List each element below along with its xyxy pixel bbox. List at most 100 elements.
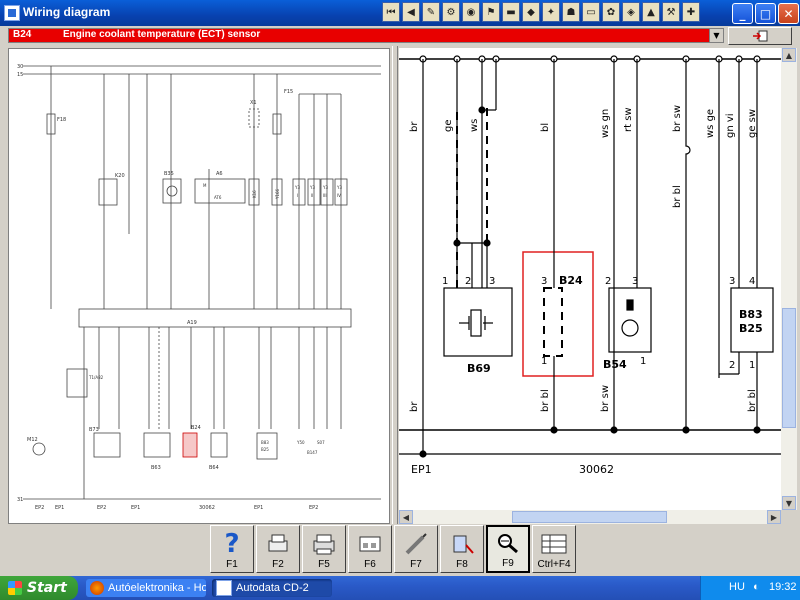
minimize-button[interactable]: _: [732, 3, 753, 24]
toolbar-tool-icon[interactable]: ✎: [422, 2, 440, 22]
maximize-button[interactable]: □: [755, 3, 776, 24]
horizontal-scroll-thumb[interactable]: [512, 511, 667, 523]
function-key-bar: ? F1 F2 F5 F6 F7 F8 F9 Ctrl+F4: [210, 525, 578, 573]
ecu-label: A19: [187, 320, 197, 326]
wire-label: br sw: [600, 385, 611, 412]
earth-label: EP2: [309, 505, 318, 511]
injector-label: II: [311, 193, 313, 198]
toolbar-tool-icon[interactable]: ✿: [602, 2, 620, 22]
component-select[interactable]: B24 Engine coolant temperature (ECT) sen…: [8, 28, 724, 43]
f1-button[interactable]: ? F1: [210, 525, 254, 573]
f2-button[interactable]: F2: [256, 525, 300, 573]
detail-svg: 1 2 3 B69 3 1 B24 2 3 1 B54 3 4 2 1 B83 …: [399, 55, 781, 476]
horizontal-scrollbar[interactable]: ◀ ▶: [399, 510, 781, 524]
taskbar-item-active[interactable]: Autodata CD-2: [212, 579, 332, 597]
taskbar-item-label: Autodata CD-2: [236, 582, 309, 594]
toolbar-tool-icon[interactable]: ⚙: [442, 2, 460, 22]
scroll-right-icon[interactable]: ▶: [767, 510, 781, 524]
vertical-scroll-thumb[interactable]: [782, 308, 796, 428]
print-icon: [263, 531, 293, 557]
printer-icon: [309, 531, 339, 557]
clock: 19:32: [769, 581, 797, 593]
toolbar-tool-icon[interactable]: ☗: [562, 2, 580, 22]
start-label: Start: [27, 580, 67, 596]
f9-button[interactable]: F9: [486, 525, 530, 573]
wire-label: ge: [443, 120, 454, 133]
scroll-down-icon[interactable]: ▼: [782, 496, 796, 510]
wire-label: br: [409, 401, 420, 412]
wire-label: br bl: [540, 389, 551, 412]
windows-logo-icon: [8, 581, 22, 595]
probe-icon: [401, 531, 431, 557]
rail-label: 15: [17, 72, 23, 78]
fkey-label: F2: [272, 559, 284, 570]
taskbar-item[interactable]: Autóelektronika - Hob...: [86, 579, 206, 597]
overview-diagram[interactable]: 30 15 31 F18 K20 B35 A6 M AT6 X1 F15 K16…: [8, 48, 390, 524]
wire-label: br bl: [672, 185, 683, 208]
module-label: M: [203, 183, 207, 188]
f8-button[interactable]: F8: [440, 525, 484, 573]
chevron-down-icon[interactable]: ▼: [709, 29, 723, 42]
toolbar-tool-icon[interactable]: ⚑: [482, 2, 500, 22]
b24-label: B24: [559, 274, 583, 287]
f5-button[interactable]: F5: [302, 525, 346, 573]
ctrl-f4-button[interactable]: Ctrl+F4: [532, 525, 576, 573]
toolbar-tool-icon[interactable]: ▬: [502, 2, 520, 22]
injector-label: Y3: [322, 185, 328, 190]
start-button[interactable]: Start: [0, 576, 78, 600]
scroll-left-icon[interactable]: ◀: [399, 510, 413, 524]
wire-label: br: [409, 121, 420, 132]
earth-label: EP1: [131, 505, 140, 511]
fkey-label: F6: [364, 559, 376, 570]
sensor-label: B73: [89, 427, 99, 433]
wire-label: ws: [469, 119, 480, 132]
toolbar-tool-icon[interactable]: ◈: [622, 2, 640, 22]
injector-label: Y3: [309, 185, 315, 190]
scroll-up-icon[interactable]: ▲: [782, 48, 796, 62]
wire-label: ge sw: [747, 109, 758, 138]
module-label: AT6: [214, 195, 222, 200]
wire-label: bl: [540, 123, 551, 132]
b54-pin: 1: [640, 356, 646, 367]
f6-button[interactable]: F6: [348, 525, 392, 573]
taskbar-item-label: Autóelektronika - Hob...: [108, 582, 206, 594]
detail-diagram[interactable]: 1 2 3 B69 3 1 B24 2 3 1 B54 3 4 2 1 B83 …: [399, 48, 781, 510]
meter-icon: [447, 531, 477, 557]
earth-label: EP1: [55, 505, 64, 511]
close-button[interactable]: ✕: [778, 3, 799, 24]
pane-splitter[interactable]: [392, 46, 398, 524]
toolbar-tool-icon[interactable]: ◆: [522, 2, 540, 22]
switch-label: S07: [317, 440, 325, 445]
exit-button[interactable]: [728, 27, 792, 45]
wire-label: ws ge: [705, 109, 716, 138]
first-page-icon[interactable]: ⏮: [382, 2, 400, 22]
tray-icon[interactable]: ◐: [753, 581, 760, 593]
wire-label: ws gn: [600, 109, 611, 138]
fkey-label: F9: [502, 558, 514, 569]
f7-button[interactable]: F7: [394, 525, 438, 573]
fuse-label: F15: [284, 89, 293, 95]
b69-pin: 1: [442, 276, 448, 287]
injector-label: IV: [337, 193, 341, 198]
prev-page-icon[interactable]: ◀: [402, 2, 420, 22]
sensor-label: B25: [261, 447, 269, 452]
earth-label: 30062: [199, 505, 215, 511]
toolbar-tool-icon[interactable]: ▲: [642, 2, 660, 22]
sensor-label: B83: [261, 440, 269, 445]
taskbar: Start Autóelektronika - Hob... Autodata …: [0, 576, 800, 600]
sensor-label: B35: [164, 171, 174, 177]
rail-label: 31: [17, 497, 23, 503]
language-indicator[interactable]: HU: [729, 581, 745, 593]
toolbar-tool-icon[interactable]: ✦: [542, 2, 560, 22]
wire-label: gn vi: [725, 113, 736, 138]
sensor-label: B147: [307, 450, 318, 455]
zoom-icon: [493, 530, 523, 556]
toolbar-tool-icon[interactable]: ▭: [582, 2, 600, 22]
toolbar-tool-icon[interactable]: ◉: [462, 2, 480, 22]
toolbar-tool-icon[interactable]: ⚒: [662, 2, 680, 22]
table-icon: [539, 531, 569, 557]
toolbar-tool-icon[interactable]: ✚: [682, 2, 700, 22]
sensor-label: Y50: [296, 440, 305, 445]
ref-number: 30062: [579, 463, 614, 476]
vertical-scrollbar[interactable]: ▲ ▼: [781, 48, 797, 510]
